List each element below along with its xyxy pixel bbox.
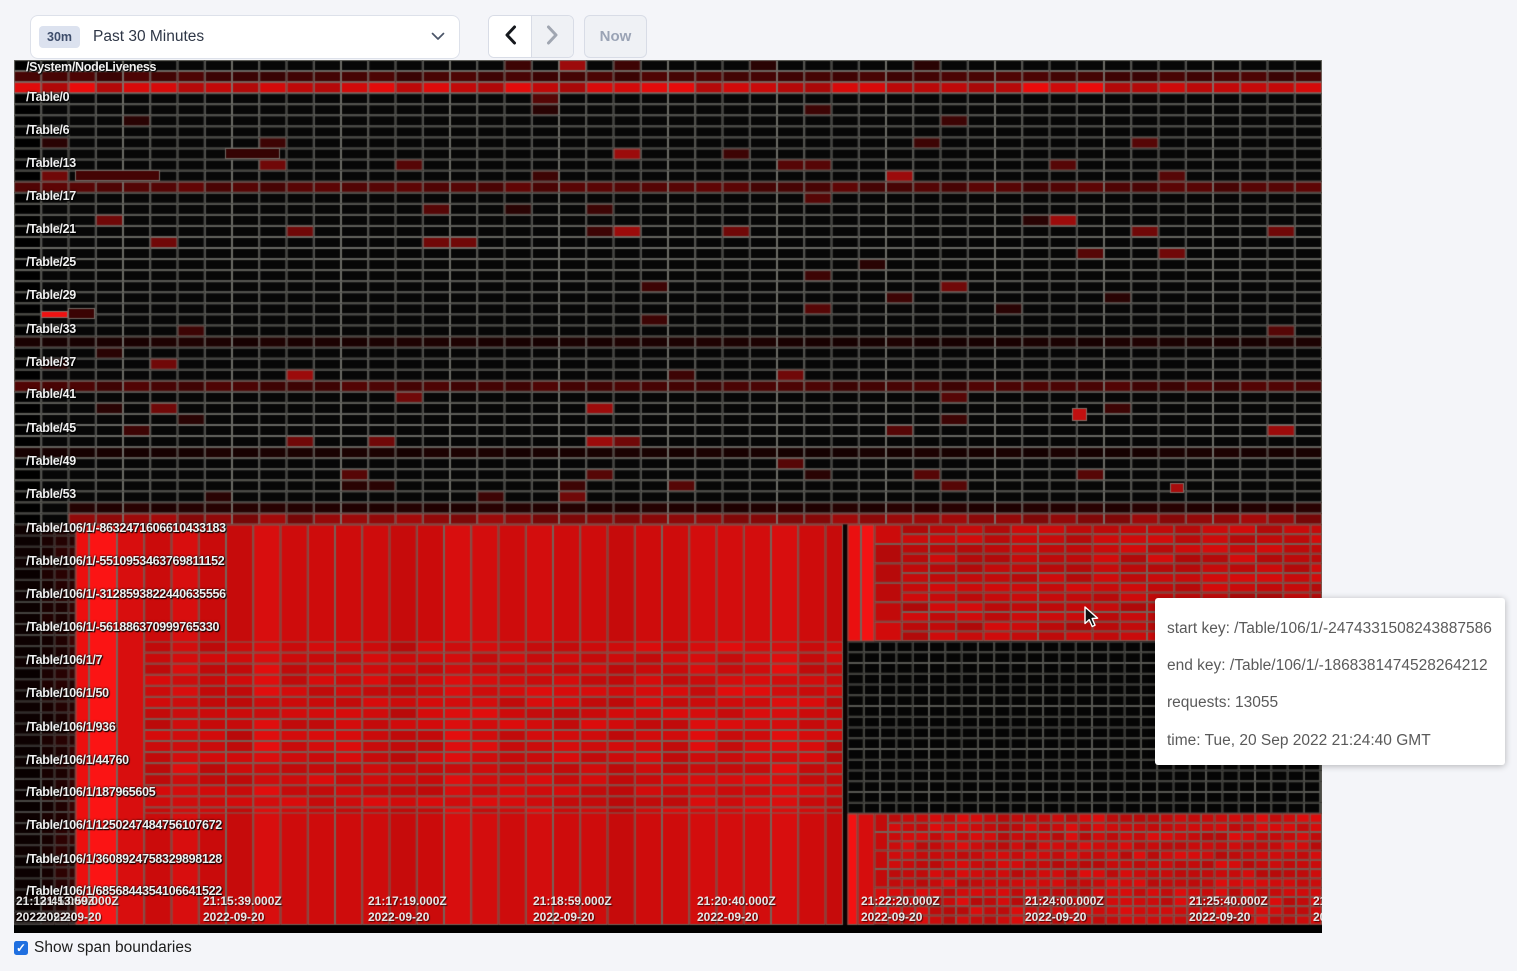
row-label: /Table/29 (26, 288, 76, 302)
row-label: /Table/25 (26, 255, 76, 269)
time-tick-label: 21:27:20.000Z2022-09-20 (1313, 893, 1322, 925)
time-tick-label: 21:18:59.000Z2022-09-20 (533, 893, 612, 925)
tooltip-time: time: Tue, 20 Sep 2022 21:24:40 GMT (1167, 722, 1495, 759)
time-nav-button-group (488, 15, 574, 58)
row-label: /Table/41 (26, 387, 76, 401)
time-window-label: Past 30 Minutes (93, 28, 431, 46)
checkbox-checked-icon[interactable]: ✓ (14, 941, 28, 955)
now-button[interactable]: Now (584, 15, 647, 58)
heatmap-canvas[interactable] (14, 60, 1322, 933)
row-label: /Table/106/1/-561886370999765330 (26, 620, 219, 634)
row-label: /Table/106/1/3608924758329898128 (26, 852, 222, 866)
checkbox-label: Show span boundaries (34, 939, 192, 957)
tooltip-end-key: end key: /Table/106/1/-18683814745282642… (1167, 647, 1495, 684)
row-label: /Table/33 (26, 322, 76, 336)
time-tick-label: 21:22:20.000Z2022-09-20 (861, 893, 940, 925)
row-label: /Table/106/1/50 (26, 686, 109, 700)
tooltip-start-key: start key: /Table/106/1/-247433150824388… (1167, 610, 1495, 647)
row-label: /Table/106/1/187965605 (26, 785, 155, 799)
time-tick-label: 21:13:59.000Z2022-09-20 (40, 893, 119, 925)
mouse-cursor-icon (1083, 606, 1103, 633)
row-label: /Table/106/1/-3128593822440635556 (26, 587, 226, 601)
row-label: /Table/13 (26, 156, 76, 170)
time-tick-label: 21:20:40.000Z2022-09-20 (697, 893, 776, 925)
row-label: /Table/53 (26, 487, 76, 501)
next-time-button[interactable] (531, 16, 573, 57)
row-label: /Table/6 (26, 123, 69, 137)
row-label: /Table/106/1/-5510953463769811152 (26, 554, 224, 568)
time-window-badge: 30m (39, 26, 80, 48)
row-label: /Table/37 (26, 355, 76, 369)
row-label: /Table/21 (26, 222, 76, 236)
chevron-right-icon (546, 25, 559, 48)
row-label: /Table/106/1/-8632471606610433183 (26, 521, 226, 535)
row-label: /Table/106/1/936 (26, 720, 115, 734)
row-label: /Table/106/1/7 (26, 653, 102, 667)
show-span-boundaries-row[interactable]: ✓ Show span boundaries (14, 939, 192, 957)
time-tick-label: 21:24:00.000Z2022-09-20 (1025, 893, 1104, 925)
tooltip: start key: /Table/106/1/-247433150824388… (1155, 598, 1505, 765)
time-tick-label: 21:15:39.000Z2022-09-20 (203, 893, 282, 925)
row-label: /Table/106/1/1250247484756107672 (26, 818, 222, 832)
tooltip-requests: requests: 13055 (1167, 684, 1495, 721)
chevron-down-icon (431, 28, 445, 46)
chevron-left-icon (504, 25, 517, 48)
key-visualizer-page: { "toolbar": { "badge": "30m", "time_win… (0, 0, 1517, 971)
key-visualizer-chart[interactable]: /System/NodeLiveness/Table/0/Table/6/Tab… (14, 60, 1322, 933)
row-label: /Table/106/1/44760 (26, 753, 129, 767)
row-label: /Table/49 (26, 454, 76, 468)
prev-time-button[interactable] (489, 16, 531, 57)
row-label: /System/NodeLiveness (26, 60, 156, 74)
row-label: /Table/45 (26, 421, 76, 435)
time-tick-label: 21:25:40.000Z2022-09-20 (1189, 893, 1268, 925)
time-tick-label: 21:17:19.000Z2022-09-20 (368, 893, 447, 925)
time-window-dropdown[interactable]: 30m Past 30 Minutes (30, 15, 460, 59)
row-label: /Table/17 (26, 189, 76, 203)
row-label: /Table/0 (26, 90, 69, 104)
